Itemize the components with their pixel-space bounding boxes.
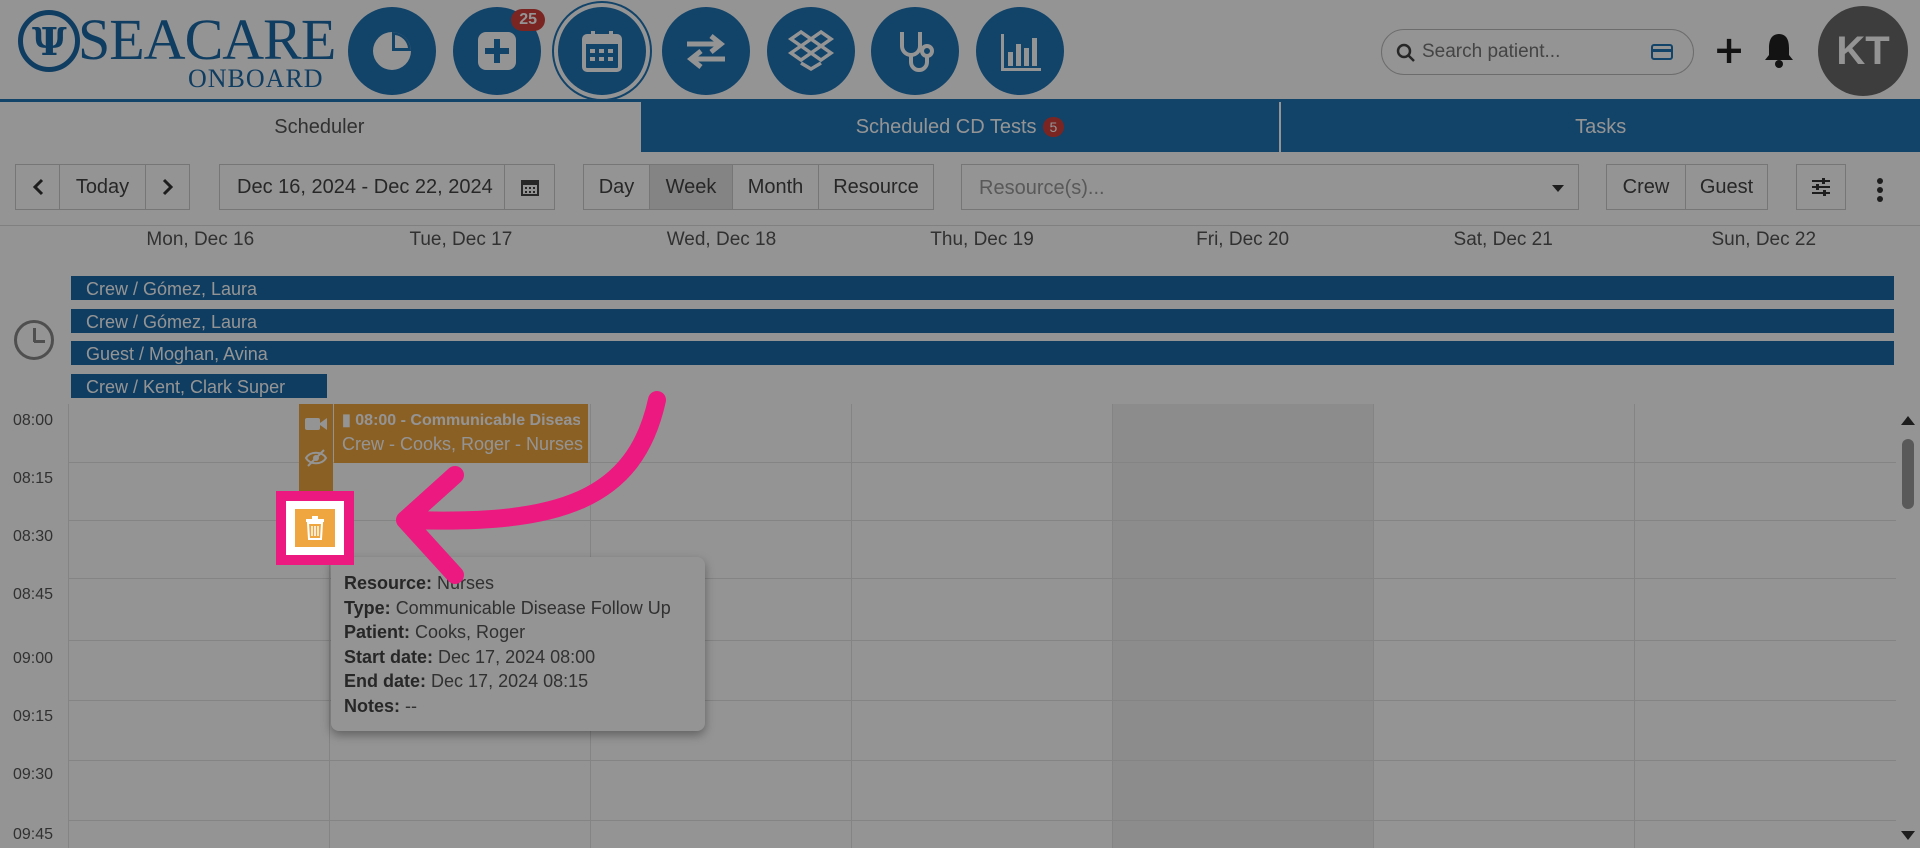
tab-tasks[interactable]: Tasks: [1279, 102, 1920, 152]
time-label: 08:30: [13, 528, 54, 545]
video-icon[interactable]: [304, 412, 328, 436]
day-header: Fri, Dec 20: [1196, 229, 1290, 250]
tooltip-label: Notes:: [344, 695, 401, 716]
time-grid[interactable]: [0, 404, 1896, 848]
pointer-arrow: [396, 391, 666, 584]
delete-highlight[interactable]: [276, 491, 354, 565]
patient-search[interactable]: [1381, 29, 1694, 75]
resource-select[interactable]: Resource(s)...: [961, 164, 1579, 210]
tooltip-value: Dec 17, 2024 08:15: [431, 671, 589, 691]
day-header: Sat, Dec 21: [1453, 229, 1553, 250]
dashboard-pie-icon: [373, 32, 411, 70]
medical-button[interactable]: [871, 7, 959, 95]
logo-subtext: ONBOARD: [188, 64, 324, 93]
time-label: 09:15: [13, 708, 54, 725]
tab-count-badge: 5: [1042, 117, 1065, 137]
all-day-event[interactable]: Crew / Gómez, Laura: [70, 308, 1895, 334]
tooltip-label: End date:: [344, 671, 427, 691]
time-label: 09:30: [13, 766, 54, 783]
all-day-event[interactable]: Crew / Kent, Clark Super: [70, 373, 328, 399]
transfer-icon: [686, 34, 726, 69]
day-header: Sun, Dec 22: [1711, 229, 1817, 250]
scroll-thumb[interactable]: [1902, 439, 1914, 509]
caret-down-icon: [1552, 185, 1564, 192]
crew-filter-button[interactable]: Crew: [1606, 164, 1686, 210]
resource-placeholder: Resource(s)...: [979, 177, 1105, 199]
time-label: 08:15: [13, 470, 54, 487]
view-month-button[interactable]: Month: [732, 164, 819, 210]
view-day-button[interactable]: Day: [583, 164, 650, 210]
tab-scheduled-cd-tests[interactable]: Scheduled CD Tests 5: [638, 102, 1280, 152]
chevron-right-icon: [162, 178, 173, 196]
avatar[interactable]: KT: [1818, 6, 1908, 96]
date-picker-button[interactable]: [504, 164, 555, 210]
date-range-field[interactable]: Dec 16, 2024 - Dec 22, 2024: [219, 164, 505, 210]
search-icon: [1396, 43, 1415, 62]
view-week-button[interactable]: Week: [649, 164, 733, 210]
tooltip-value: Communicable Disease Follow Up: [395, 597, 671, 618]
tab-label: Tasks: [1575, 115, 1627, 138]
clock-icon: [14, 320, 54, 360]
more-options-icon[interactable]: [1877, 178, 1885, 202]
dashboard-button[interactable]: [348, 7, 436, 95]
today-column: [1112, 404, 1373, 848]
trash-icon: [306, 516, 324, 540]
scroll-up-icon[interactable]: [1901, 416, 1915, 425]
settings-sliders-icon: [1812, 178, 1830, 196]
logo-text: SEACARE: [78, 7, 336, 72]
delete-event-button[interactable]: [295, 509, 335, 547]
reports-button[interactable]: [976, 7, 1064, 95]
scroll-down-icon[interactable]: [1901, 831, 1915, 840]
new-consultation-button[interactable]: 25: [453, 7, 545, 95]
dropbox-button[interactable]: [767, 7, 855, 95]
search-input[interactable]: [1422, 36, 1642, 68]
video-icon: ▮: [342, 412, 351, 429]
tooltip-value: Cooks, Roger: [415, 622, 526, 642]
dropbox-icon: [787, 29, 835, 72]
bell-icon[interactable]: [1763, 30, 1795, 68]
main-tabs: Scheduler Scheduled CD Tests 5 Tasks: [0, 102, 1920, 152]
scheduler-button[interactable]: [558, 7, 646, 95]
next-button[interactable]: [145, 164, 190, 210]
time-label: 08:00: [13, 412, 54, 429]
time-label: 09:00: [13, 650, 54, 667]
card-icon[interactable]: [1651, 44, 1673, 60]
tooltip-label: Patient:: [344, 622, 411, 642]
bar-chart-icon: [1001, 34, 1041, 71]
day-header: Wed, Dec 18: [666, 229, 777, 250]
chevron-left-icon: [32, 178, 43, 196]
plus-icon[interactable]: +: [1712, 30, 1746, 70]
calendar-icon: [582, 31, 622, 72]
prev-button[interactable]: [15, 164, 60, 210]
day-header: Tue, Dec 17: [409, 229, 513, 250]
guest-filter-button[interactable]: Guest: [1685, 164, 1768, 210]
all-day-event[interactable]: Guest / Moghan, Avina: [70, 340, 1895, 366]
tooltip-label: Type:: [344, 597, 391, 618]
seacare-logo[interactable]: SEACARE ONBOARD: [18, 8, 336, 93]
tooltip-value: Dec 17, 2024 08:00: [438, 646, 596, 667]
day-header: Mon, Dec 16: [146, 229, 255, 250]
today-button[interactable]: Today: [59, 164, 146, 210]
time-label: 09:45: [13, 826, 54, 843]
tab-label: Scheduled CD Tests: [855, 115, 1037, 138]
tooltip-label: Start date:: [344, 646, 434, 667]
view-resource-button[interactable]: Resource: [818, 164, 934, 210]
app-header: SEACARE ONBOARD 25 + KT: [0, 0, 1920, 102]
tab-label: Scheduler: [274, 115, 365, 138]
transfer-button[interactable]: [662, 7, 750, 95]
time-label: 08:45: [13, 586, 54, 603]
day-headers: Mon, Dec 16 Tue, Dec 17 Wed, Dec 18 Thu,…: [70, 226, 1894, 258]
medical-plus-icon: [478, 32, 516, 70]
stethoscope-icon: [900, 32, 934, 72]
tab-scheduler[interactable]: Scheduler: [0, 102, 639, 152]
vertical-scrollbar[interactable]: [1896, 404, 1920, 848]
all-day-event[interactable]: Crew / Gómez, Laura: [70, 275, 1895, 301]
eye-slash-icon[interactable]: [304, 446, 328, 470]
calendar-icon: [520, 180, 539, 196]
tooltip-value: --: [405, 695, 418, 716]
settings-button[interactable]: [1796, 164, 1846, 210]
trident-icon: [18, 10, 80, 72]
day-header: Thu, Dec 19: [930, 229, 1034, 250]
notification-badge: 25: [511, 9, 545, 31]
